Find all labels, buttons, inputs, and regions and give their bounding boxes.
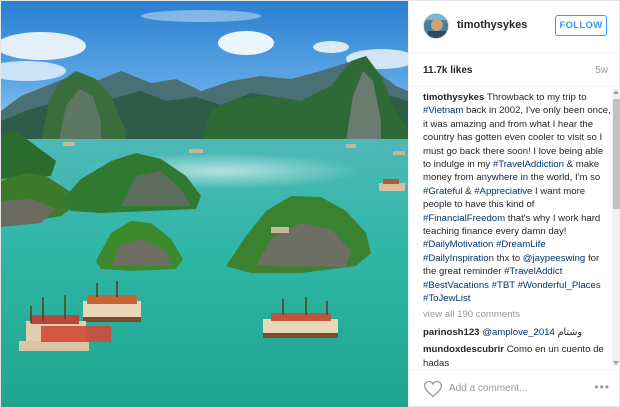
comment-bar: Add a comment... •••	[409, 369, 620, 407]
scroll-thumb[interactable]	[613, 99, 620, 209]
post-side-panel: timothysykes FOLLOW 11.7k likes 5w timot…	[408, 1, 620, 407]
halong-bay-image	[1, 1, 408, 407]
hashtag-link[interactable]: @amplove_2014	[482, 327, 555, 338]
avatar[interactable]	[423, 13, 449, 39]
post-age[interactable]: 5w	[595, 65, 608, 76]
add-comment-input[interactable]: Add a comment...	[449, 383, 527, 394]
comment-text: Throwback to my trip to	[486, 92, 587, 103]
comment-row: parinosh123 @amplove_2014 وشتام	[423, 326, 611, 339]
hashtag-link[interactable]: #TravelAddict	[504, 266, 562, 277]
hashtag-link[interactable]: #Grateful	[423, 186, 462, 197]
hashtag-link[interactable]: #Appreciative	[474, 186, 532, 197]
more-options-icon[interactable]: •••	[594, 380, 610, 394]
comments-scrollbar[interactable]	[612, 89, 620, 366]
hashtag-link[interactable]: #ToJewList	[423, 293, 470, 304]
likes-count[interactable]: 11.7k likes	[423, 65, 473, 76]
hashtag-link[interactable]: #DailyInspiration	[423, 253, 494, 264]
follow-button[interactable]: FOLLOW	[555, 15, 607, 36]
comment-text: thx to	[493, 252, 523, 264]
hashtag-link[interactable]: @jaypeeswing	[523, 253, 586, 264]
hashtag-link[interactable]: #DreamLife	[496, 239, 546, 250]
hashtag-link[interactable]: #FinancialFreedom	[423, 213, 505, 224]
comment-text: وشتام	[554, 326, 582, 338]
comments-list: timothysykes Throwback to my trip to #Vi…	[423, 91, 611, 366]
hashtag-link[interactable]: #Wonderful_Places	[518, 280, 601, 291]
instagram-post-frame: timothysykes FOLLOW 11.7k likes 5w timot…	[0, 0, 620, 407]
comment-username[interactable]: parinosh123	[423, 327, 480, 338]
hashtag-link[interactable]: #TravelAddiction	[493, 159, 564, 170]
post-caption: timothysykes Throwback to my trip to #Vi…	[423, 91, 611, 306]
caption-username[interactable]: timothysykes	[423, 92, 484, 103]
hashtag-link[interactable]: #Vietnam	[423, 105, 463, 116]
comment-text: &	[462, 185, 475, 197]
comment-username[interactable]: mundoxdescubrir	[423, 344, 504, 355]
view-all-comments-link[interactable]: view all 190 comments	[423, 308, 611, 321]
heart-outline-icon[interactable]	[423, 379, 443, 399]
hashtag-link[interactable]: #DailyMotivation	[423, 239, 493, 250]
avatar-image	[424, 14, 448, 38]
post-author-username[interactable]: timothysykes	[457, 19, 527, 31]
post-header: timothysykes FOLLOW	[409, 1, 620, 53]
comment-row: mundoxdescubrir Como en un cuento de had…	[423, 343, 611, 366]
post-photo[interactable]	[1, 1, 408, 407]
scroll-down-arrow-icon[interactable]	[613, 361, 619, 365]
scroll-up-arrow-icon[interactable]	[613, 90, 619, 94]
post-stats: 11.7k likes 5w	[409, 53, 620, 87]
hashtag-link[interactable]: #TBT	[492, 280, 515, 291]
hashtag-link[interactable]: #BestVacations	[423, 280, 489, 291]
